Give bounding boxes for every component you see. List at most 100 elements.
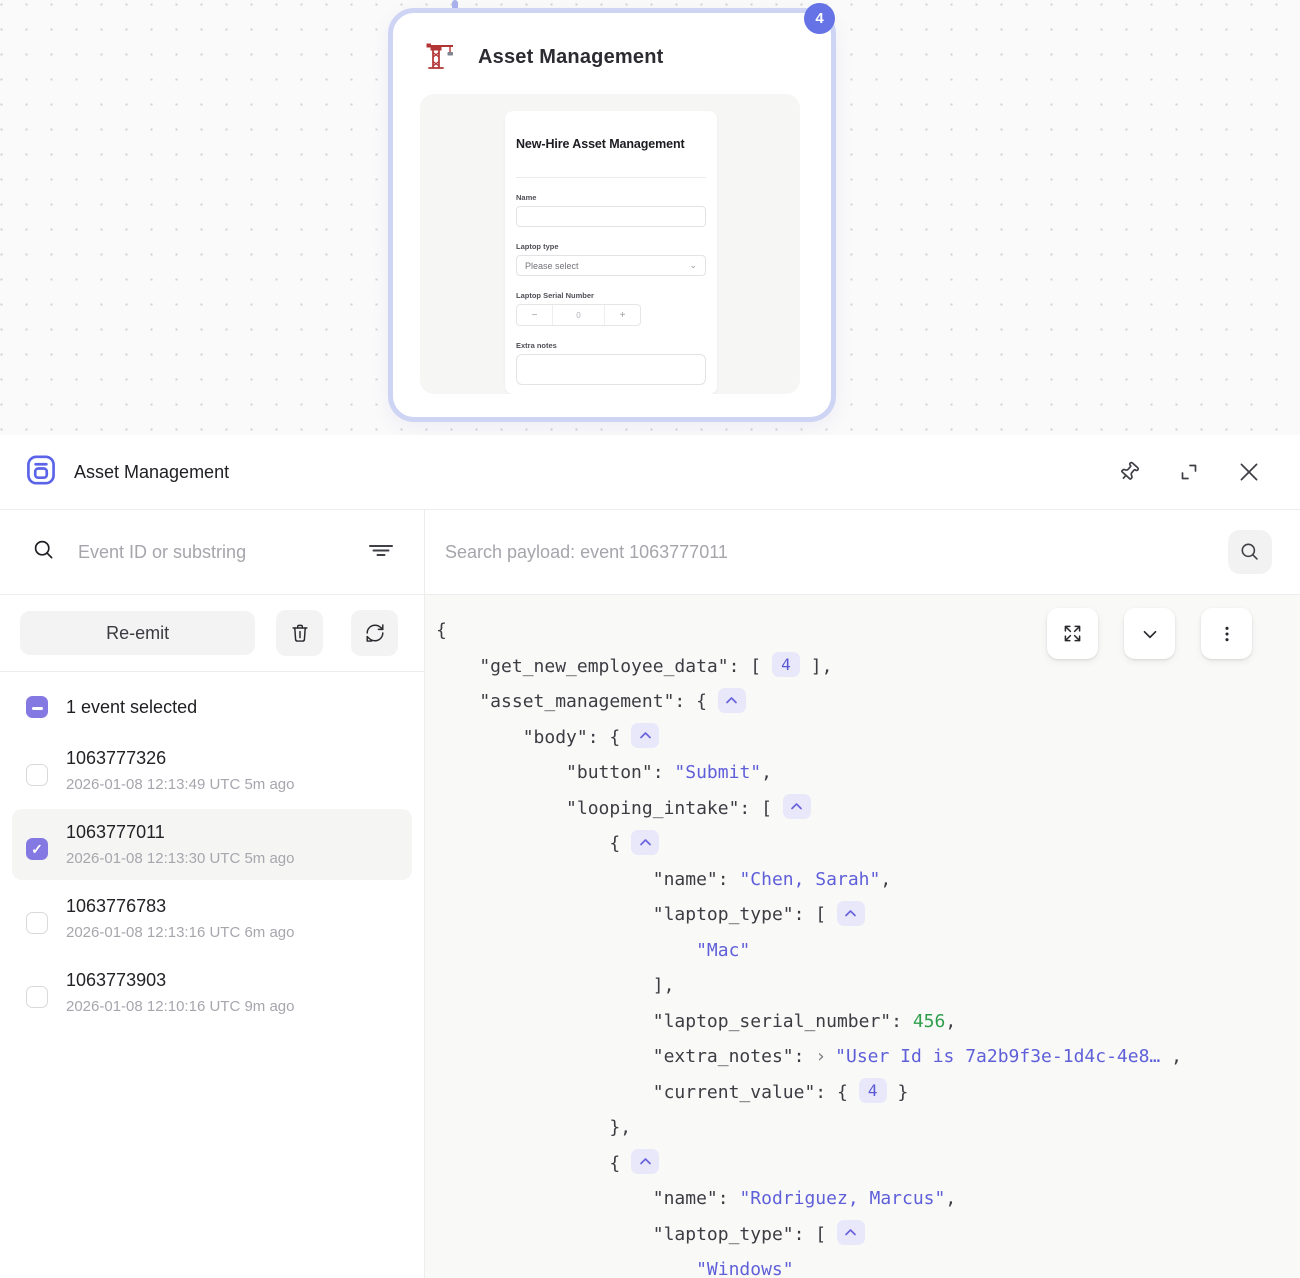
json-line: "Mac" bbox=[436, 933, 1300, 969]
serial-number-label: Laptop Serial Number bbox=[516, 291, 594, 300]
json-punctuation: : { bbox=[815, 1081, 859, 1103]
laptop-type-placeholder: Please select bbox=[525, 260, 579, 271]
event-list-item[interactable]: 1063773903 2026-01-08 12:10:16 UTC 9m ag… bbox=[12, 957, 412, 1028]
serial-number-stepper[interactable]: − 0 + bbox=[516, 304, 641, 326]
event-checkbox[interactable] bbox=[26, 764, 48, 786]
more-options-button[interactable] bbox=[1201, 608, 1252, 659]
close-panel-button[interactable] bbox=[1236, 459, 1262, 485]
trigger-node-icon bbox=[25, 454, 57, 491]
json-punctuation: ], bbox=[799, 655, 833, 677]
json-punctuation: , bbox=[1160, 1046, 1182, 1067]
json-code: { "get_new_employee_data" : [ 4 ], "asset_m… bbox=[425, 595, 1300, 1278]
event-list-item[interactable]: 1063777326 2026-01-08 12:13:49 UTC 5m ag… bbox=[12, 735, 412, 806]
extra-notes-label: Extra notes bbox=[516, 341, 557, 350]
expand-panel-button[interactable] bbox=[1176, 459, 1202, 485]
json-string-value: "Windows" bbox=[696, 1259, 794, 1278]
json-punctuation: } bbox=[886, 1081, 909, 1103]
collapse-toggle-icon[interactable] bbox=[631, 829, 660, 855]
json-key: "get_new_employee_data" bbox=[479, 655, 729, 677]
json-line: "Windows" bbox=[436, 1252, 1300, 1278]
json-line: "current_value": { 4 } bbox=[436, 1075, 1300, 1111]
json-string-value: "Submit" bbox=[674, 762, 762, 783]
stepper-plus-button[interactable]: + bbox=[604, 305, 640, 325]
event-list: 1063777326 2026-01-08 12:13:49 UTC 5m ag… bbox=[0, 728, 424, 1035]
payload-search-button[interactable] bbox=[1228, 530, 1272, 574]
json-line: }, bbox=[436, 1110, 1300, 1146]
laptop-type-label: Laptop type bbox=[516, 242, 559, 251]
json-line: ], bbox=[436, 968, 1300, 1004]
panel-title: Asset Management bbox=[74, 461, 230, 482]
event-list-item[interactable]: 1063777011 2026-01-08 12:13:30 UTC 5m ag… bbox=[12, 809, 412, 880]
json-key: "name" bbox=[652, 868, 718, 890]
event-timestamp: 2026-01-08 12:10:16 UTC 9m ago bbox=[66, 998, 295, 1015]
asset-management-node[interactable]: 4 Asset Management New-Hire Asset Manage… bbox=[388, 3, 836, 422]
json-punctuation: ], bbox=[652, 975, 675, 996]
json-punctuation: : bbox=[652, 762, 675, 783]
json-key: "extra_notes" bbox=[652, 1046, 794, 1067]
json-punctuation: , bbox=[880, 868, 892, 890]
stepper-value: 0 bbox=[576, 310, 581, 320]
payload-search-input[interactable] bbox=[445, 541, 1212, 563]
json-punctuation: , bbox=[945, 1010, 957, 1032]
select-all-checkbox[interactable] bbox=[26, 696, 48, 718]
json-punctuation: { bbox=[609, 1152, 632, 1174]
collapsed-count-badge[interactable]: 4 bbox=[858, 1078, 887, 1103]
delete-events-button[interactable] bbox=[276, 610, 324, 656]
json-key: "current_value" bbox=[652, 1081, 816, 1103]
collapse-toggle-icon[interactable] bbox=[717, 687, 746, 713]
json-punctuation: : bbox=[891, 1010, 913, 1032]
collapse-toggle-icon[interactable] bbox=[836, 1220, 865, 1245]
crane-icon bbox=[424, 39, 456, 76]
collapse-view-button[interactable] bbox=[1124, 608, 1175, 659]
stepper-minus-button[interactable]: − bbox=[517, 305, 553, 325]
payload-json-viewer[interactable]: { "get_new_employee_data" : [ 4 ], "asset_m… bbox=[425, 595, 1300, 1278]
form-title: New-Hire Asset Management bbox=[516, 137, 685, 151]
json-key: "laptop_type" bbox=[652, 904, 794, 925]
event-id: 1063773903 bbox=[66, 970, 167, 990]
json-punctuation: , bbox=[945, 1188, 957, 1209]
event-list-item[interactable]: 1063776783 2026-01-08 12:13:16 UTC 6m ag… bbox=[12, 883, 412, 954]
laptop-type-select[interactable]: Please select ⌄ bbox=[516, 255, 706, 276]
pin-button[interactable] bbox=[1116, 459, 1142, 485]
event-checkbox[interactable] bbox=[26, 838, 48, 860]
json-line: "asset_management": { bbox=[436, 684, 1300, 720]
event-checkbox[interactable] bbox=[26, 912, 48, 934]
json-key: "asset_management" bbox=[479, 691, 675, 712]
json-number-value: 456 bbox=[912, 1010, 946, 1032]
name-field-input[interactable] bbox=[516, 206, 706, 227]
json-line: "looping_intake": [ bbox=[436, 791, 1300, 827]
json-line: "extra_notes": › "User Id is 7a2b9f3e-1d4… bbox=[436, 1039, 1300, 1075]
refresh-events-button[interactable] bbox=[351, 610, 398, 656]
json-key: "looping_intake" bbox=[566, 797, 740, 819]
node-form-preview: New-Hire Asset Management Name Laptop ty… bbox=[420, 94, 800, 394]
payload-search-bar bbox=[425, 510, 1300, 594]
collapse-toggle-icon[interactable] bbox=[631, 1149, 660, 1174]
event-search-input[interactable] bbox=[78, 541, 346, 563]
selected-summary-row: 1 event selected bbox=[0, 672, 424, 728]
event-checkbox[interactable] bbox=[26, 986, 48, 1008]
event-id: 1063777011 bbox=[66, 822, 165, 842]
expand-string-toggle[interactable]: › bbox=[815, 1046, 826, 1067]
workflow-canvas[interactable]: 4 Asset Management New-Hire Asset Manage… bbox=[0, 0, 1300, 435]
re-emit-button[interactable]: Re-emit bbox=[20, 611, 256, 655]
filter-icon[interactable] bbox=[368, 537, 394, 568]
json-toolbar bbox=[1047, 608, 1252, 659]
json-punctuation: : { bbox=[674, 691, 718, 712]
json-string-value: "Rodriguez, Marcus" bbox=[739, 1188, 946, 1209]
event-timestamp: 2026-01-08 12:13:49 UTC 5m ago bbox=[66, 776, 295, 793]
json-punctuation: : { bbox=[587, 726, 632, 748]
json-key: "body" bbox=[522, 726, 588, 748]
json-key: "laptop_type" bbox=[652, 1223, 794, 1245]
collapse-toggle-icon[interactable] bbox=[836, 900, 865, 926]
collapse-toggle-icon[interactable] bbox=[631, 723, 660, 748]
node-run-count-badge[interactable]: 4 bbox=[804, 3, 835, 34]
form-divider bbox=[516, 177, 706, 178]
extra-notes-textarea[interactable] bbox=[516, 354, 706, 385]
collapse-toggle-icon[interactable] bbox=[782, 794, 811, 819]
event-id: 1063777326 bbox=[66, 748, 167, 768]
collapsed-count-badge[interactable]: 4 bbox=[771, 652, 800, 677]
json-line: "button": "Submit", bbox=[436, 755, 1300, 791]
expand-all-button[interactable] bbox=[1047, 608, 1098, 659]
json-punctuation: : [ bbox=[793, 904, 837, 925]
json-string-value: "Mac" bbox=[696, 939, 751, 961]
